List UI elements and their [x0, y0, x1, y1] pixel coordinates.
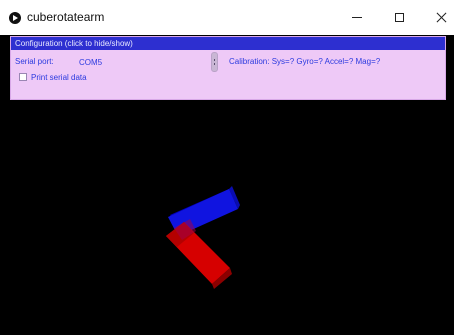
dropdown-handle-icon [214, 63, 215, 65]
red-box [166, 219, 232, 289]
maximize-button[interactable] [381, 6, 417, 28]
calibration-status: Calibration: Sys=? Gyro=? Accel=? Mag=? [229, 57, 381, 66]
print-serial-checkbox[interactable] [19, 73, 27, 81]
minimize-button[interactable] [339, 6, 375, 28]
minimize-icon [352, 16, 362, 18]
configuration-toggle-header[interactable]: Configuration (click to hide/show) [11, 37, 445, 50]
print-serial-label[interactable]: Print serial data [31, 73, 87, 82]
close-button[interactable] [423, 6, 454, 28]
dropdown-handle-icon [214, 59, 215, 61]
close-icon [436, 12, 447, 23]
processing-play-icon [9, 12, 21, 24]
serial-port-label: Serial port: [15, 57, 54, 66]
title-bar[interactable]: cuberotatearm [0, 0, 454, 35]
3d-viewport[interactable] [0, 100, 454, 335]
window-title: cuberotatearm [27, 10, 105, 24]
configuration-panel: Configuration (click to hide/show) Seria… [10, 36, 446, 100]
serial-port-value[interactable]: COM5 [79, 58, 102, 67]
app-window: cuberotatearm Configuration (click to hi… [0, 0, 454, 335]
maximize-icon [394, 12, 404, 22]
serial-port-dropdown-button[interactable] [211, 52, 218, 72]
